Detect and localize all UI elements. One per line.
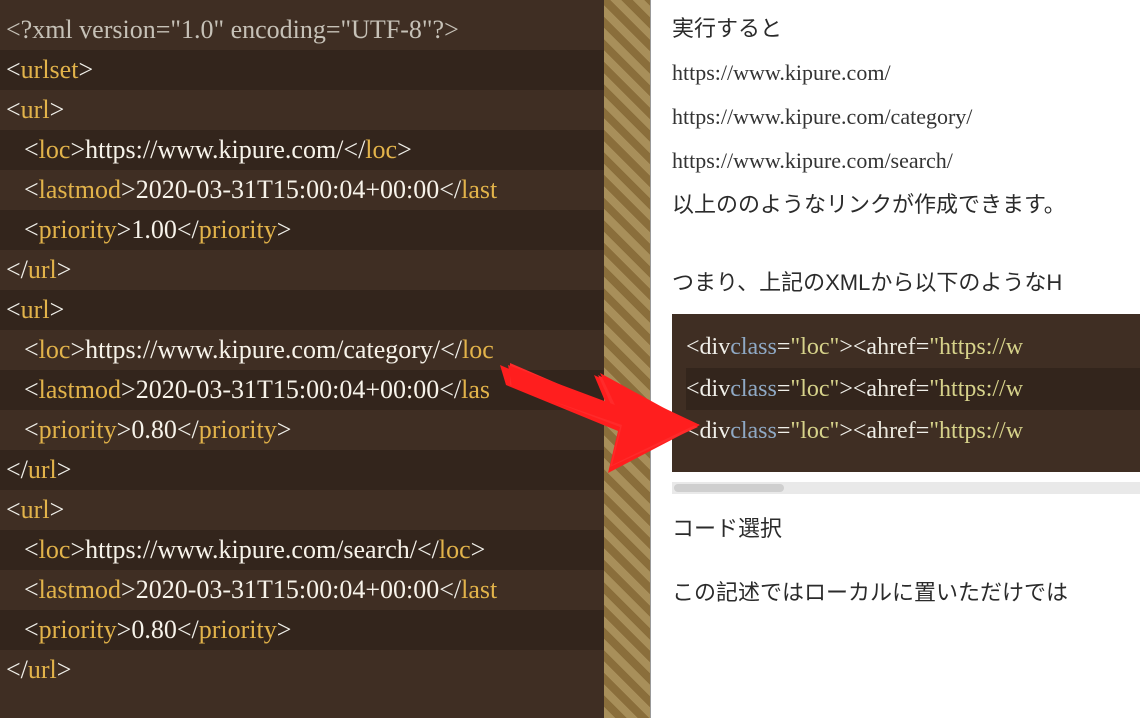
code-line: </url> (0, 650, 604, 690)
code-line: </url> (0, 250, 604, 290)
html-code-block: <div class="loc"><a href="https://w <div… (672, 314, 1140, 472)
code-line: <div class="loc"><a href="https://w (686, 410, 1140, 452)
paragraph: つまり、上記のXMLから以下のようなH (672, 264, 1140, 302)
code-line: <url> (0, 90, 604, 130)
code-line: <urlset> (0, 50, 604, 90)
xml-declaration: <?xml version="1.0" encoding="UTF-8"?> (6, 10, 459, 50)
paragraph: 以上ののようなリンクが作成できます。 (672, 186, 1140, 224)
code-line: <priority>0.80</priority> (0, 610, 604, 650)
page-root: <?xml version="1.0" encoding="UTF-8"?> <… (0, 0, 1140, 718)
code-line: </url> (0, 450, 604, 490)
decorative-gutter (604, 0, 651, 718)
code-line: <div class="loc"><a href="https://w (686, 368, 1140, 410)
horizontal-scrollbar[interactable] (672, 482, 1140, 494)
paragraph: 実行すると (672, 10, 1140, 48)
code-line: <url> (0, 290, 604, 330)
url-text: https://www.kipure.com/category/ (672, 98, 1140, 136)
code-line: <priority>0.80</priority> (0, 410, 604, 450)
code-line: <url> (0, 490, 604, 530)
code-line: <lastmod>2020-03-31T15:00:04+00:00</las (0, 370, 604, 410)
code-line: <loc>https://www.kipure.com/</loc> (0, 130, 604, 170)
url-text: https://www.kipure.com/search/ (672, 142, 1140, 180)
code-line: <lastmod>2020-03-31T15:00:04+00:00</last (0, 170, 604, 210)
code-line: <priority>1.00</priority> (0, 210, 604, 250)
paragraph: この記述ではローカルに置いただけでは (672, 574, 1140, 612)
article-panel: 実行すると https://www.kipure.com/ https://ww… (604, 0, 1140, 718)
paragraph: コード選択 (672, 510, 1140, 548)
url-text: https://www.kipure.com/ (672, 54, 1140, 92)
xml-code-block: <?xml version="1.0" encoding="UTF-8"?> <… (0, 0, 604, 718)
code-line: <lastmod>2020-03-31T15:00:04+00:00</last (0, 570, 604, 610)
code-line: <?xml version="1.0" encoding="UTF-8"?> (0, 10, 604, 50)
code-line: <loc>https://www.kipure.com/search/</loc… (0, 530, 604, 570)
code-line: <loc>https://www.kipure.com/category/</l… (0, 330, 604, 370)
code-line: <div class="loc"><a href="https://w (686, 326, 1140, 368)
